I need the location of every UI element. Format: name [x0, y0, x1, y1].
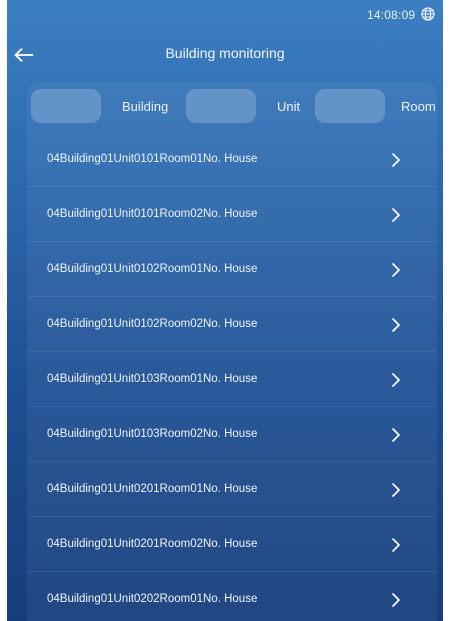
building-label: Building [122, 99, 169, 114]
chevron-right-icon [392, 318, 400, 332]
house-label: 04Building01Unit0102Room01No. House [47, 263, 258, 275]
house-label: 04Building01Unit0102Room02No. House [47, 318, 258, 330]
house-label: 04Building01Unit0101Room01No. House [47, 153, 258, 165]
list-item[interactable]: 04Building01Unit0202Room01No. House [27, 572, 437, 621]
chevron-right-icon [392, 483, 400, 497]
house-list-panel: Building Unit Room 04Building01Unit0101R… [27, 82, 437, 621]
filter-bar: Building Unit Room [27, 82, 437, 132]
list-item[interactable]: 04Building01Unit0103Room02No. House [27, 407, 437, 462]
list-item[interactable]: 04Building01Unit0101Room01No. House [27, 132, 437, 187]
house-label: 04Building01Unit0101Room02No. House [47, 208, 258, 220]
chevron-right-icon [392, 373, 400, 387]
list-item[interactable]: 04Building01Unit0102Room02No. House [27, 297, 437, 352]
chevron-right-icon [392, 263, 400, 277]
room-select[interactable] [315, 89, 385, 123]
list-item[interactable]: 04Building01Unit0102Room01No. House [27, 242, 437, 297]
list-item[interactable]: 04Building01Unit0101Room02No. House [27, 187, 437, 242]
house-label: 04Building01Unit0103Room02No. House [47, 428, 258, 440]
chevron-right-icon [392, 208, 400, 222]
house-label: 04Building01Unit0201Room01No. House [47, 483, 258, 495]
status-time: 14:08:09 [367, 8, 416, 22]
page-title: Building monitoring [165, 45, 285, 61]
list-item[interactable]: 04Building01Unit0201Room01No. House [27, 462, 437, 517]
unit-label: Unit [277, 99, 301, 114]
chevron-right-icon [392, 428, 400, 442]
chevron-right-icon [392, 538, 400, 552]
building-monitoring-screen: 14:08:09 Building monitoring Building Un… [7, 0, 443, 621]
house-label: 04Building01Unit0201Room02No. House [47, 538, 258, 550]
globe-icon[interactable] [421, 7, 435, 21]
room-label: Room [401, 99, 436, 114]
house-label: 04Building01Unit0103Room01No. House [47, 373, 258, 385]
unit-select[interactable] [186, 89, 256, 123]
chevron-right-icon [392, 593, 400, 607]
list-item[interactable]: 04Building01Unit0201Room02No. House [27, 517, 437, 572]
list-item[interactable]: 04Building01Unit0103Room01No. House [27, 352, 437, 407]
building-select[interactable] [31, 89, 101, 123]
house-list: 04Building01Unit0101Room01No. House 04Bu… [27, 132, 437, 621]
house-label: 04Building01Unit0202Room01No. House [47, 593, 258, 605]
chevron-right-icon [392, 153, 400, 167]
